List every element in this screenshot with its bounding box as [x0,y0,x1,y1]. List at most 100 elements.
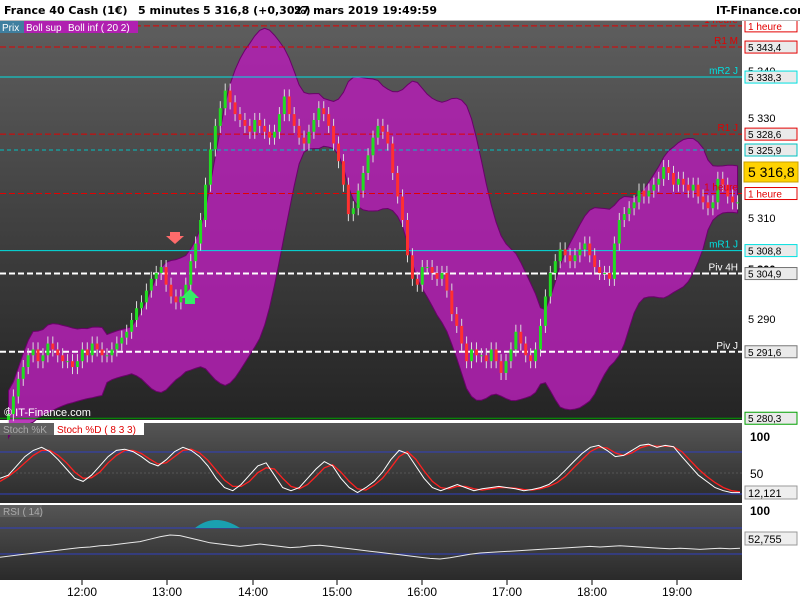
candle-bull [632,202,636,209]
stoch-last: 12,121 [748,488,782,500]
candle-bull [617,220,621,244]
level-label: Piv 4H [709,263,738,274]
candle-bull [647,190,651,197]
candle-bear [435,272,439,279]
level-label: R1 M [714,36,738,47]
candle-bull [149,278,153,291]
candle-bull [366,155,370,173]
candle-bull [376,125,380,138]
level-label: mR2 J [709,66,738,77]
candle-bear [233,102,237,115]
candle-bear [337,143,341,162]
candle-bear [681,178,685,185]
candle-bull [208,149,212,185]
price-tick: 5 310 [748,213,776,225]
candle-bear [243,120,247,126]
candle-bull [548,272,552,297]
candle-bull [105,355,109,357]
candle-bear [642,190,646,197]
time-label: 13:00 [152,585,182,599]
candle-bull [21,367,25,379]
candle-bull [26,355,30,368]
candle-bull [371,137,375,156]
candle-bull [514,331,518,350]
candle-bull [125,331,129,338]
candle-bear [238,114,242,120]
level-label: R1 J [717,123,738,134]
candle-bull [110,349,114,356]
level-tag-text: 5 328,6 [748,130,782,141]
stoch-tick: 100 [750,430,770,444]
level-tag-text: 5 308,8 [748,247,782,258]
candle-bear [341,161,345,185]
candle-bull [223,90,227,109]
candle-bear [401,196,405,220]
candle-bull [80,349,84,362]
candle-bear [61,355,65,362]
candle-bull [189,261,193,285]
candle-bull [509,349,513,362]
candle-bull [361,172,365,191]
candle-bull [558,249,562,262]
candle-bull [272,131,276,138]
candle-bear [268,131,272,138]
candle-bull [578,249,582,256]
candle-bull [16,378,20,397]
timeframe: 5 minutes [138,4,200,17]
rsi-label: RSI ( 14) [3,507,43,518]
candle-bull [553,261,557,273]
chart-window: 5 340 5 330 5 310 5 300 5 290 1 heure1 h… [0,0,800,600]
candle-bear [287,96,291,115]
candle-bear [56,349,60,356]
candle-bull [115,343,119,350]
time-label: 19:00 [662,585,692,599]
candle-bull [312,120,316,132]
candle-bull [317,108,321,120]
candle-bear [85,349,89,356]
level-label: 1 heure [704,183,738,194]
level-tag-text: 5 280,3 [748,414,782,425]
candle-bull [420,267,424,285]
candle-bear [607,272,611,279]
candle-bear [696,184,700,197]
level-tag-text: 5 304,9 [748,270,782,281]
brand: IT-Finance.com [716,4,800,17]
candle-bull [603,272,607,274]
candle-bear [415,278,419,285]
candle-bull [356,190,360,209]
chart-canvas: 5 340 5 330 5 310 5 300 5 290 1 heure1 h… [0,15,800,600]
candle-bear [391,143,395,173]
level-tag-text: 1 heure [748,22,782,33]
time-label: 12:00 [67,585,97,599]
candle-bear [494,349,498,362]
candle-bear [588,243,592,256]
candle-bear [430,267,434,273]
watermark: © IT-Finance.com [4,407,91,419]
candle-bear [302,137,306,144]
candle-bull [622,214,626,220]
candle-bull [120,337,124,344]
candle-bull [351,208,355,215]
candle-bull [627,208,631,215]
candle-bear [51,343,55,350]
rsi-last: 52,755 [748,534,782,546]
level-tag-text: 5 338,3 [748,73,782,84]
candle-bull [194,243,198,262]
candle-bull [612,243,616,279]
candle-bull [736,202,740,204]
current-price: 5 316,8 [748,164,795,180]
candle-bear [706,202,710,209]
candle-bear [731,196,735,203]
candle-bull [470,349,474,362]
candle-bear [465,343,469,362]
legend-boll-sup: Boll sup [26,23,62,34]
timestamp: 27 mars 2019 19:49:59 [294,4,437,17]
level-tag-text: 5 291,6 [748,348,782,359]
instrument-name: France 40 Cash (1€) [4,4,128,17]
candle-bull [218,108,222,126]
candle-bull [154,272,158,279]
rsi-tick: 100 [750,504,770,518]
candle-bull [657,178,661,185]
time-label: 14:00 [238,585,268,599]
candle-bull [253,120,257,132]
